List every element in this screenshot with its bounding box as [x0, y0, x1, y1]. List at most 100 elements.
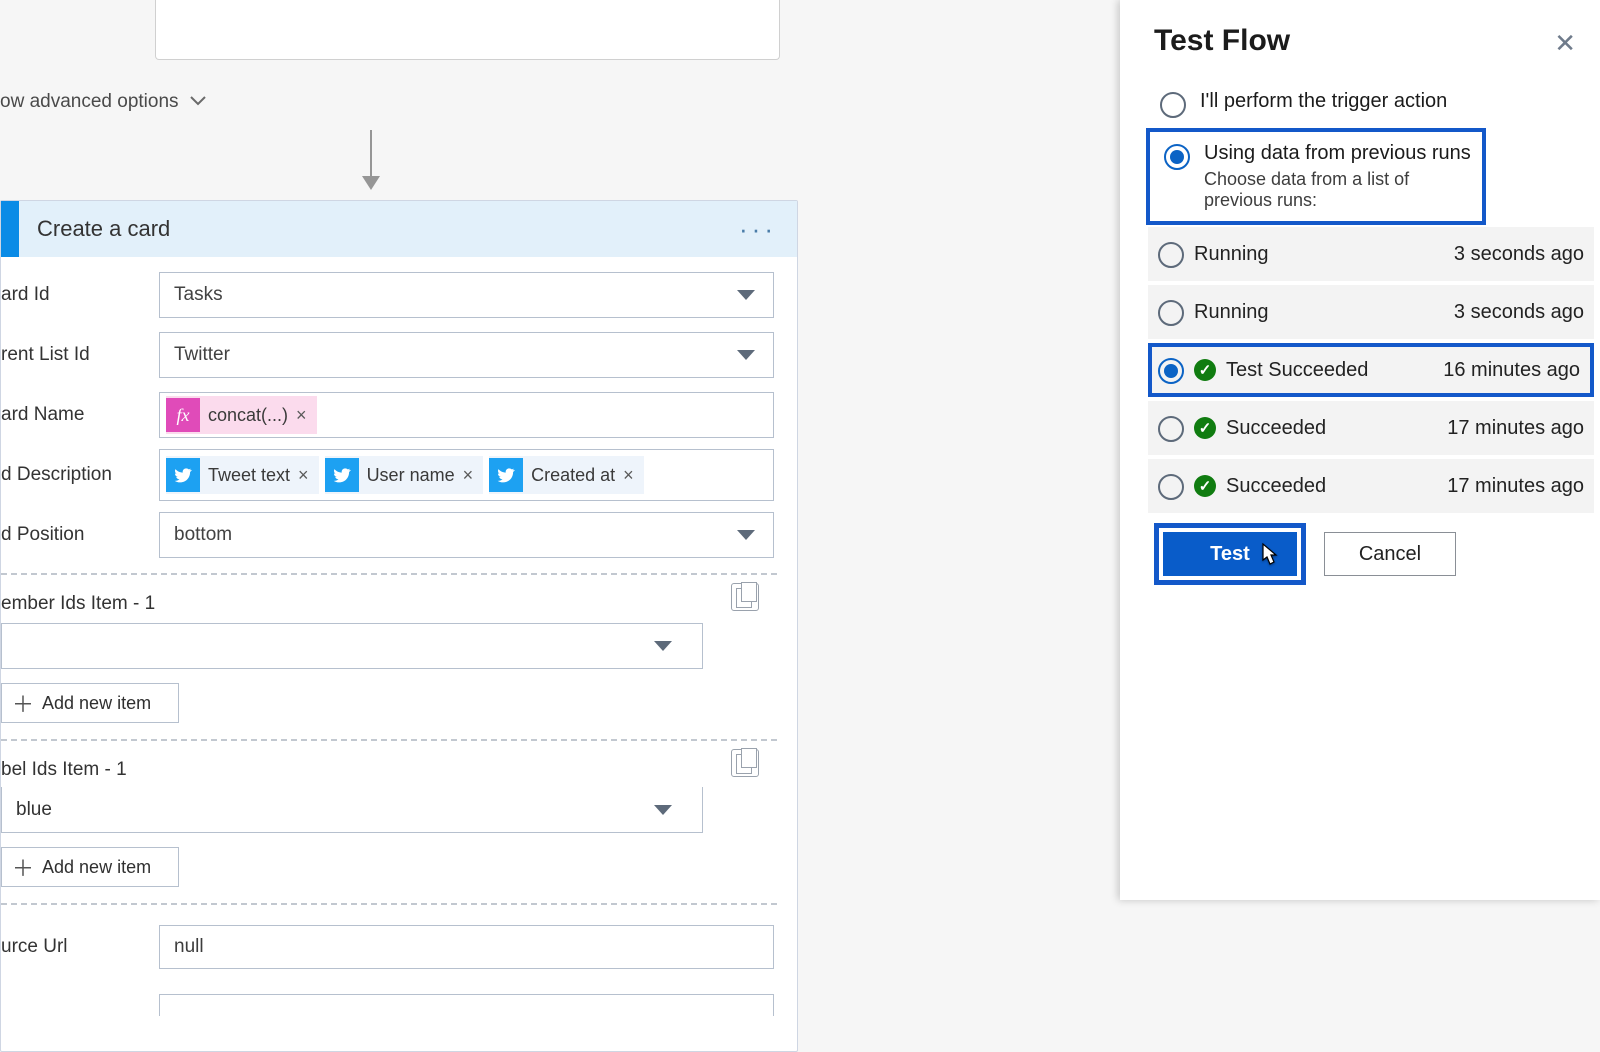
field-label: d Position [1, 524, 84, 545]
option-label: Using data from previous runs [1204, 142, 1472, 165]
test-mode-options: I'll perform the trigger action Using da… [1154, 80, 1574, 225]
copy-section-icon[interactable] [731, 749, 759, 777]
run-item[interactable]: Running 3 seconds ago [1148, 285, 1594, 339]
additional-fields-section: urce Url null [1, 903, 777, 1051]
add-member-item-button[interactable]: ＋ Add new item [1, 683, 179, 723]
dynamic-token-user-name[interactable]: User name × [325, 456, 484, 494]
option-label: I'll perform the trigger action [1200, 90, 1447, 113]
test-button[interactable]: Test [1163, 532, 1297, 576]
fx-icon: fx [166, 398, 200, 432]
token-label: Created at [531, 465, 615, 486]
run-status: Succeeded [1226, 417, 1437, 440]
radio-icon [1158, 300, 1184, 326]
step-fields: ard Id Tasks rent List Id Twitter ard Na… [1, 257, 797, 573]
extra-input-partial[interactable] [159, 994, 774, 1016]
card-description-input[interactable]: Tweet text × User name × C [159, 449, 774, 501]
success-check-icon: ✓ [1194, 475, 1216, 497]
run-status: Running [1194, 301, 1444, 324]
board-id-value: Tasks [174, 284, 223, 306]
step-title: Create a card [37, 216, 739, 242]
card-name-input[interactable]: fx concat(...) × [159, 392, 774, 438]
token-label: User name [367, 465, 455, 486]
run-item[interactable]: ✓ Succeeded 17 minutes ago [1148, 401, 1594, 455]
field-label: ard Id [1, 284, 50, 305]
field-board-id: ard Id Tasks [1, 265, 777, 325]
radio-icon [1158, 242, 1184, 268]
field-card-description: d Description Tweet text × User name [1, 445, 777, 505]
dynamic-token-created-at[interactable]: Created at × [489, 456, 644, 494]
chevron-down-icon [654, 805, 672, 815]
run-status: Test Succeeded [1226, 359, 1433, 382]
show-advanced-options-toggle[interactable]: ow advanced options [0, 82, 207, 122]
chevron-down-icon [737, 350, 755, 360]
run-item[interactable]: Running 3 seconds ago [1148, 227, 1594, 281]
panel-button-row: Test Cancel [1154, 523, 1574, 585]
label-ids-header: bel Ids Item - 1 [1, 751, 777, 789]
field-label: rent List Id [1, 344, 90, 365]
success-check-icon: ✓ [1194, 417, 1216, 439]
test-button-highlight: Test [1154, 523, 1306, 585]
option-previous-runs[interactable]: Using data from previous runs Choose dat… [1146, 128, 1486, 225]
field-parent-list-id: rent List Id Twitter [1, 325, 777, 385]
add-item-label: Add new item [42, 857, 151, 878]
close-icon[interactable]: ✕ [1554, 28, 1576, 59]
radio-icon [1158, 416, 1184, 442]
member-ids-section: ember Ids Item - 1 ＋ Add new item [1, 573, 777, 739]
card-position-value: bottom [174, 524, 232, 546]
option-manual-trigger[interactable]: I'll perform the trigger action [1154, 80, 1574, 128]
parent-list-id-value: Twitter [174, 344, 230, 366]
radio-selected-icon [1164, 144, 1190, 170]
step-header[interactable]: Create a card ··· [1, 201, 797, 257]
run-item[interactable]: ✓ Succeeded 17 minutes ago [1148, 459, 1594, 513]
field-label: ard Name [1, 404, 84, 425]
panel-title: Test Flow [1154, 24, 1574, 58]
flow-canvas: ow advanced options Create a card ··· ar… [0, 0, 1120, 900]
test-button-label: Test [1210, 543, 1250, 566]
cursor-pointer-icon [1255, 542, 1281, 578]
dynamic-token-tweet-text[interactable]: Tweet text × [166, 456, 319, 494]
token-label: concat(...) [208, 405, 288, 426]
radio-icon [1158, 474, 1184, 500]
add-item-label: Add new item [42, 693, 151, 714]
radio-icon [1160, 92, 1186, 118]
remove-token-icon[interactable]: × [461, 465, 476, 486]
create-card-step: Create a card ··· ard Id Tasks rent List… [0, 200, 798, 1052]
cancel-button[interactable]: Cancel [1324, 532, 1456, 576]
chevron-down-icon [654, 641, 672, 651]
source-url-input[interactable]: null [159, 925, 774, 969]
expression-token[interactable]: fx concat(...) × [166, 396, 317, 434]
run-item-selected[interactable]: ✓ Test Succeeded 16 minutes ago [1148, 343, 1594, 397]
add-label-item-button[interactable]: ＋ Add new item [1, 847, 179, 887]
card-position-select[interactable]: bottom [159, 512, 774, 558]
twitter-icon [166, 458, 200, 492]
label-ids-section: bel Ids Item - 1 blue ＋ Add new item [1, 739, 777, 903]
member-ids-item-select[interactable] [1, 623, 703, 669]
step-menu-button[interactable]: ··· [739, 214, 777, 245]
connector-arrow-icon [370, 130, 372, 188]
run-time: 17 minutes ago [1447, 417, 1584, 440]
parent-list-id-select[interactable]: Twitter [159, 332, 774, 378]
label-ids-value: blue [16, 799, 52, 821]
field-card-position: d Position bottom [1, 505, 777, 565]
field-label: urce Url [1, 936, 68, 957]
run-time: 3 seconds ago [1454, 301, 1584, 324]
run-time: 17 minutes ago [1447, 475, 1584, 498]
advanced-options-label: ow advanced options [0, 91, 179, 113]
chevron-down-icon [189, 91, 207, 113]
remove-token-icon[interactable]: × [294, 405, 309, 426]
remove-token-icon[interactable]: × [621, 465, 636, 486]
option-sublabel: Choose data from a list of previous runs… [1204, 169, 1472, 211]
member-ids-header: ember Ids Item - 1 [1, 585, 777, 623]
trello-service-icon [1, 201, 19, 257]
remove-token-icon[interactable]: × [296, 465, 311, 486]
previous-runs-list: Running 3 seconds ago Running 3 seconds … [1148, 227, 1594, 513]
board-id-select[interactable]: Tasks [159, 272, 774, 318]
run-status: Succeeded [1226, 475, 1437, 498]
plus-icon: ＋ [12, 687, 34, 719]
field-card-name: ard Name fx concat(...) × [1, 385, 777, 445]
chevron-down-icon [737, 290, 755, 300]
test-flow-panel: Test Flow ✕ I'll perform the trigger act… [1120, 0, 1600, 900]
twitter-icon [325, 458, 359, 492]
copy-section-icon[interactable] [731, 583, 759, 611]
label-ids-item-select[interactable]: blue [1, 787, 703, 833]
